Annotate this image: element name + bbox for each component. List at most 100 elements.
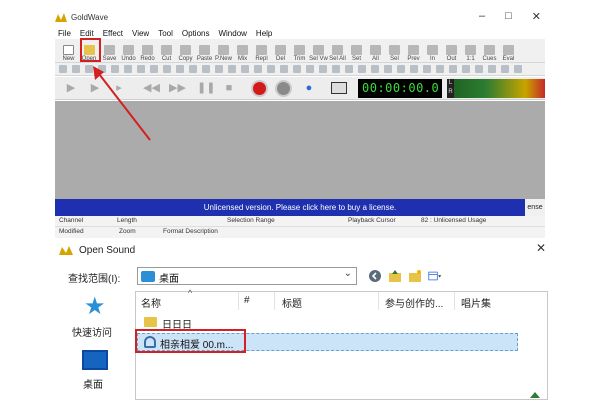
back-icon[interactable] [368, 269, 382, 283]
menu-help[interactable]: Help [256, 29, 272, 38]
control-settings-icon[interactable]: ● [303, 82, 315, 94]
menu-window[interactable]: Window [218, 29, 246, 38]
effect-icon[interactable] [397, 65, 405, 73]
cut-button[interactable]: Cut [157, 40, 176, 62]
effect-icon[interactable] [267, 65, 275, 73]
maximize-icon[interactable]: □ [505, 10, 512, 23]
menu-view[interactable]: View [132, 29, 149, 38]
chevron-down-icon[interactable]: ⌄ [344, 268, 352, 279]
trim-button[interactable]: Trim [290, 40, 309, 62]
column-title[interactable]: 标题 [282, 295, 302, 310]
column-divider[interactable] [378, 292, 379, 310]
effect-icon[interactable] [384, 65, 392, 73]
effect-icon[interactable] [85, 65, 93, 73]
effect-icon[interactable] [72, 65, 80, 73]
view-menu-icon[interactable] [428, 269, 442, 283]
play-icon[interactable]: ▶ [65, 82, 77, 94]
display-icon[interactable] [331, 82, 347, 94]
license-text[interactable]: Unlicensed version. Please click here to… [204, 203, 397, 212]
column-divider[interactable] [454, 292, 455, 310]
close-icon[interactable]: ✕ [532, 10, 541, 23]
effect-icon[interactable] [124, 65, 132, 73]
column-divider[interactable] [238, 292, 239, 310]
look-in-dropdown[interactable]: 桌面 ⌄ [137, 267, 357, 285]
effect-icon[interactable] [475, 65, 483, 73]
effect-icon[interactable] [228, 65, 236, 73]
effect-icon[interactable] [332, 65, 340, 73]
copy-button[interactable]: Copy [176, 40, 195, 62]
list-item[interactable]: 日日日 [140, 315, 340, 331]
menu-options[interactable]: Options [182, 29, 210, 38]
rewind-icon[interactable]: ◀◀ [143, 82, 160, 94]
column-artist[interactable]: 参与创作的... [385, 295, 443, 310]
redo-button[interactable]: Redo [138, 40, 157, 62]
effect-icon[interactable] [501, 65, 509, 73]
effect-icon[interactable] [254, 65, 262, 73]
place-quick-access[interactable]: 快速访问 [72, 324, 112, 339]
play-alt-icon[interactable]: ▸ [113, 82, 125, 94]
waveform-area[interactable] [55, 101, 545, 199]
save-button[interactable]: Save [100, 40, 119, 62]
menu-edit[interactable]: Edit [80, 29, 94, 38]
effect-icon[interactable] [345, 65, 353, 73]
effect-icon[interactable] [241, 65, 249, 73]
column-divider[interactable] [274, 292, 275, 310]
sel-all-button[interactable]: Sel All [328, 40, 347, 62]
zoom-1to1-button[interactable]: 1:1 [461, 40, 480, 62]
column-name[interactable]: 名称 [141, 295, 161, 310]
record-alt-icon[interactable] [275, 80, 292, 97]
effect-icon[interactable] [358, 65, 366, 73]
effect-icon[interactable] [319, 65, 327, 73]
effect-icon[interactable] [423, 65, 431, 73]
effect-icon[interactable] [306, 65, 314, 73]
set-button[interactable]: Set [347, 40, 366, 62]
zoom-prev-button[interactable]: Prev [404, 40, 423, 62]
effect-icon[interactable] [371, 65, 379, 73]
replace-button[interactable]: Repl [252, 40, 271, 62]
effect-icon[interactable] [488, 65, 496, 73]
fast-forward-icon[interactable]: ▶▶ [169, 82, 186, 94]
effect-icon[interactable] [150, 65, 158, 73]
column-number[interactable]: # [244, 295, 250, 306]
effect-icon[interactable] [59, 65, 67, 73]
effect-icon[interactable] [436, 65, 444, 73]
effect-icon[interactable] [280, 65, 288, 73]
license-button[interactable]: ense [525, 199, 545, 216]
dialog-close-icon[interactable]: ✕ [536, 241, 546, 255]
new-folder-icon[interactable] [408, 269, 422, 283]
new-button[interactable]: New [59, 40, 78, 62]
license-banner[interactable]: Unlicensed version. Please click here to… [55, 199, 545, 216]
record-icon[interactable] [251, 80, 268, 97]
effect-icon[interactable] [111, 65, 119, 73]
cues-button[interactable]: Cues [480, 40, 499, 62]
effect-icon[interactable] [202, 65, 210, 73]
effect-icon[interactable] [514, 65, 522, 73]
place-desktop[interactable]: 桌面 [83, 376, 103, 391]
column-album[interactable]: 唱片集 [461, 295, 491, 310]
effect-icon[interactable] [137, 65, 145, 73]
minimize-icon[interactable]: – [479, 10, 485, 23]
effect-icon[interactable] [410, 65, 418, 73]
effect-icon[interactable] [449, 65, 457, 73]
paste-button[interactable]: Paste [195, 40, 214, 62]
pause-icon[interactable]: ❚❚ [197, 82, 215, 94]
effect-icon[interactable] [215, 65, 223, 73]
menu-effect[interactable]: Effect [103, 29, 123, 38]
zoom-in-button[interactable]: In [423, 40, 442, 62]
effect-icon[interactable] [163, 65, 171, 73]
effect-icon[interactable] [462, 65, 470, 73]
menu-file[interactable]: File [58, 29, 71, 38]
paste-new-button[interactable]: P.New [214, 40, 233, 62]
delete-button[interactable]: Del [271, 40, 290, 62]
sel-view-button[interactable]: Sel Vw [309, 40, 328, 62]
stop-icon[interactable]: ■ [223, 82, 235, 94]
zoom-out-button[interactable]: Out [442, 40, 461, 62]
mix-button[interactable]: Mix [233, 40, 252, 62]
zoom-sel-button[interactable]: Sel [385, 40, 404, 62]
menu-tool[interactable]: Tool [158, 29, 173, 38]
eval-button[interactable]: Eval [499, 40, 518, 62]
zoom-all-button[interactable]: All [366, 40, 385, 62]
effect-icon[interactable] [98, 65, 106, 73]
effect-icon[interactable] [189, 65, 197, 73]
desktop-icon[interactable] [82, 350, 108, 370]
